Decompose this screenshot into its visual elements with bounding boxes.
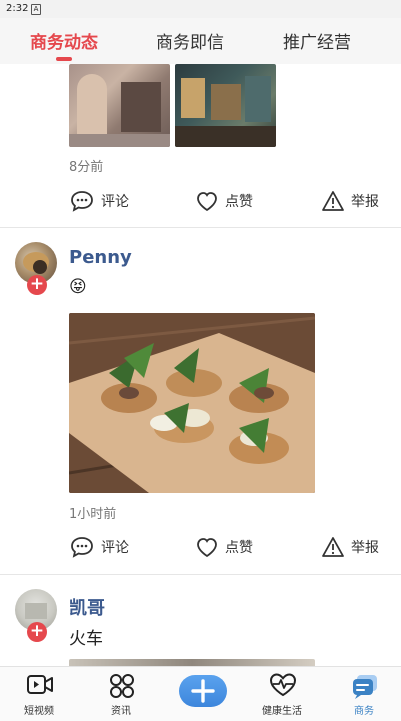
comment-label: 评论 <box>101 194 129 210</box>
warning-icon <box>322 191 344 211</box>
heart-icon <box>197 538 217 558</box>
nav-label: 健康生活 <box>262 706 302 717</box>
plus-icon <box>191 679 215 703</box>
report-label: 举报 <box>351 194 379 210</box>
report-label: 举报 <box>351 540 379 556</box>
report-button[interactable]: 举报 <box>321 181 379 221</box>
grid-icon <box>110 674 134 698</box>
post-divider <box>0 227 401 228</box>
top-tab-bar: 商务动态 商务即信 推广经营 <box>0 18 401 64</box>
follow-plus-icon[interactable]: + <box>27 275 47 295</box>
post-image[interactable] <box>69 659 315 666</box>
heart-icon <box>197 192 217 212</box>
heart-pulse-icon <box>269 673 297 697</box>
report-button[interactable]: 举报 <box>321 527 379 567</box>
tab-business-message[interactable]: 商务即信 <box>130 28 250 53</box>
tab-business-feed[interactable]: 商务动态 <box>4 28 124 53</box>
like-button[interactable]: 点赞 <box>195 181 253 221</box>
post-time: 1小时前 <box>69 507 117 522</box>
nav-short-video[interactable]: 短视频 <box>4 667 74 721</box>
post-actions: 评论 点赞 举报 <box>0 181 401 221</box>
post-time: 8分前 <box>69 160 104 175</box>
video-icon <box>27 675 53 694</box>
post-username[interactable]: Penny <box>69 247 132 268</box>
like-button[interactable]: 点赞 <box>195 527 253 567</box>
post-image[interactable] <box>69 313 315 493</box>
nav-business[interactable]: 商务 <box>329 667 399 721</box>
comment-button[interactable]: 评论 <box>69 527 129 567</box>
comment-icon <box>71 537 93 558</box>
notification-icon: A <box>31 4 41 15</box>
like-label: 点赞 <box>225 540 253 556</box>
bottom-nav: 短视频 资讯 健康生活 商务 <box>0 666 401 721</box>
nav-label: 短视频 <box>24 706 54 717</box>
post-text: 火车 <box>69 629 103 649</box>
post-text: 😝 <box>69 277 87 297</box>
feed-list[interactable]: 8分前 评论 点赞 举报 + Penny 😝 1小时前 评论 点赞 举报 + 凯… <box>0 64 401 666</box>
post-actions: 评论 点赞 举报 <box>0 527 401 567</box>
post-username[interactable]: 凯哥 <box>69 594 105 620</box>
warning-icon <box>322 537 344 557</box>
comment-label: 评论 <box>101 540 129 556</box>
active-tab-indicator <box>56 57 72 61</box>
nav-label: 商务 <box>354 706 374 717</box>
comment-icon <box>71 191 93 212</box>
tab-promotion[interactable]: 推广经营 <box>257 28 377 53</box>
comment-button[interactable]: 评论 <box>69 181 129 221</box>
food-photo <box>69 313 315 493</box>
status-time: 2:32 <box>6 3 29 14</box>
nav-label: 资讯 <box>111 706 131 717</box>
like-label: 点赞 <box>225 194 253 210</box>
nav-news[interactable]: 资讯 <box>86 667 156 721</box>
add-button[interactable] <box>179 675 227 707</box>
follow-plus-icon[interactable]: + <box>27 622 47 642</box>
post-image[interactable] <box>175 64 276 147</box>
nav-health[interactable]: 健康生活 <box>247 667 317 721</box>
chat-icon <box>353 675 377 699</box>
post-divider <box>0 574 401 575</box>
post-image[interactable] <box>69 64 170 147</box>
status-bar: 2:32 A <box>0 0 401 18</box>
